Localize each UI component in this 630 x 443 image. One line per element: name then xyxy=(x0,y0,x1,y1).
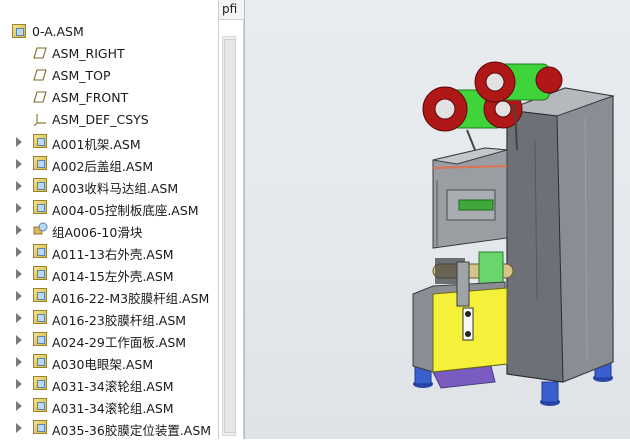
expand-arrow-icon[interactable] xyxy=(16,379,22,389)
tree-item-component[interactable]: A031-34滚轮组.ASM xyxy=(0,395,218,417)
expand-arrow-icon[interactable] xyxy=(16,159,22,169)
tree-item-label: ASM_RIGHT xyxy=(52,46,125,61)
datum-plane-icon xyxy=(33,46,47,60)
tree-item-label: A024-29工作面板.ASM xyxy=(52,335,187,350)
assembly-icon xyxy=(33,178,47,192)
middle-roller-assembly xyxy=(432,251,514,285)
tree-item-component[interactable]: A016-23胶膜杆组.ASM xyxy=(0,307,218,329)
coordinate-system-icon xyxy=(33,112,47,126)
tree-item-asm-front[interactable]: ASM_FRONT xyxy=(0,87,218,109)
assembly-icon xyxy=(33,134,47,148)
tree-root-item[interactable]: 0-A.ASM xyxy=(0,21,218,43)
expand-arrow-icon[interactable] xyxy=(16,269,22,279)
expand-arrow-icon[interactable] xyxy=(16,335,22,345)
tree-item-label: A001机架.ASM xyxy=(52,137,141,152)
tree-item-component[interactable]: A016-22-M3胶膜杆组.ASM xyxy=(0,285,218,307)
graphics-viewport[interactable] xyxy=(244,0,630,439)
tree-item-label: A004-05控制板底座.ASM xyxy=(52,203,199,218)
expand-arrow-icon[interactable] xyxy=(16,203,22,213)
tree-item-component[interactable]: A011-13右外壳.ASM xyxy=(0,241,218,263)
tree-column-header[interactable]: pfi xyxy=(218,0,244,20)
tree-item-component[interactable]: A004-05控制板底座.ASM xyxy=(0,197,218,219)
assembly-icon xyxy=(33,244,47,258)
tree-item-label: A031-34滚轮组.ASM xyxy=(52,379,174,394)
expand-arrow-icon[interactable] xyxy=(16,291,22,301)
tree-scrollbar[interactable] xyxy=(222,36,236,436)
tree-item-label: A011-13右外壳.ASM xyxy=(52,247,174,262)
tree-item-label: A016-22-M3胶膜杆组.ASM xyxy=(52,291,210,306)
expand-arrow-icon[interactable] xyxy=(16,247,22,257)
expand-arrow-icon[interactable] xyxy=(16,225,22,235)
assembly-icon xyxy=(33,310,47,324)
tree-item-label: ASM_TOP xyxy=(52,68,111,83)
tree-item-component[interactable]: A002后盖组.ASM xyxy=(0,153,218,175)
expand-arrow-icon[interactable] xyxy=(16,401,22,411)
tree-item-label: A003收料马达组.ASM xyxy=(52,181,179,196)
tree-item-label: ASM_DEF_CSYS xyxy=(52,112,149,127)
tree-item-component[interactable]: A014-15左外壳.ASM xyxy=(0,263,218,285)
tree-root-label: 0-A.ASM xyxy=(32,24,84,39)
group-icon xyxy=(32,222,48,236)
assembly-icon xyxy=(33,398,47,412)
film-roll-rear xyxy=(474,61,563,103)
assembly-icon xyxy=(33,332,47,346)
tree-item-group[interactable]: 组A006-10滑块 xyxy=(0,219,218,241)
assembly-icon xyxy=(12,24,26,38)
slider-handle xyxy=(456,261,470,307)
tree-item-asm-top[interactable]: ASM_TOP xyxy=(0,65,218,87)
scrollbar-thumb[interactable] xyxy=(224,39,236,433)
expand-arrow-icon[interactable] xyxy=(16,137,22,147)
tree-item-component[interactable]: A003收料马达组.ASM xyxy=(0,175,218,197)
assembly-icon xyxy=(33,288,47,302)
tree-item-component[interactable]: A030电眼架.ASM xyxy=(0,351,218,373)
tree-item-label: A014-15左外壳.ASM xyxy=(52,269,174,284)
assembly-icon xyxy=(33,200,47,214)
expand-arrow-icon[interactable] xyxy=(16,423,22,433)
tree-item-label: A031-34滚轮组.ASM xyxy=(52,401,174,416)
tree-item-label: A030电眼架.ASM xyxy=(52,357,154,372)
tree-item-component[interactable]: A035-36胶膜定位装置.ASM xyxy=(0,417,218,439)
model-tree-panel: 0-A.ASM ASM_RIGHT ASM_TOP ASM_FRONT ASM_… xyxy=(0,0,222,439)
tree-item-asm-def-csys[interactable]: ASM_DEF_CSYS xyxy=(0,109,218,131)
assembly-icon xyxy=(33,420,47,434)
tree-item-label: 组A006-10滑块 xyxy=(52,225,143,240)
datum-plane-icon xyxy=(33,90,47,104)
tree-item-component[interactable]: A024-29工作面板.ASM xyxy=(0,329,218,351)
expand-arrow-icon[interactable] xyxy=(16,181,22,191)
assembly-icon xyxy=(33,376,47,390)
tree-item-label: A002后盖组.ASM xyxy=(52,159,154,174)
tree-item-label: ASM_FRONT xyxy=(52,90,129,105)
model-3d-view xyxy=(412,61,615,406)
assembly-icon xyxy=(33,266,47,280)
tree-item-label: A035-36胶膜定位装置.ASM xyxy=(52,423,212,438)
expand-arrow-icon[interactable] xyxy=(16,313,22,323)
expand-arrow-icon[interactable] xyxy=(16,357,22,367)
tree-item-asm-right[interactable]: ASM_RIGHT xyxy=(0,43,218,65)
assembly-icon xyxy=(33,156,47,170)
datum-plane-icon xyxy=(33,68,47,82)
tree-item-label: A016-23胶膜杆组.ASM xyxy=(52,313,187,328)
tree-item-component[interactable]: A031-34滚轮组.ASM xyxy=(0,373,218,395)
tree-item-component[interactable]: A001机架.ASM xyxy=(0,131,218,153)
assembly-icon xyxy=(33,354,47,368)
